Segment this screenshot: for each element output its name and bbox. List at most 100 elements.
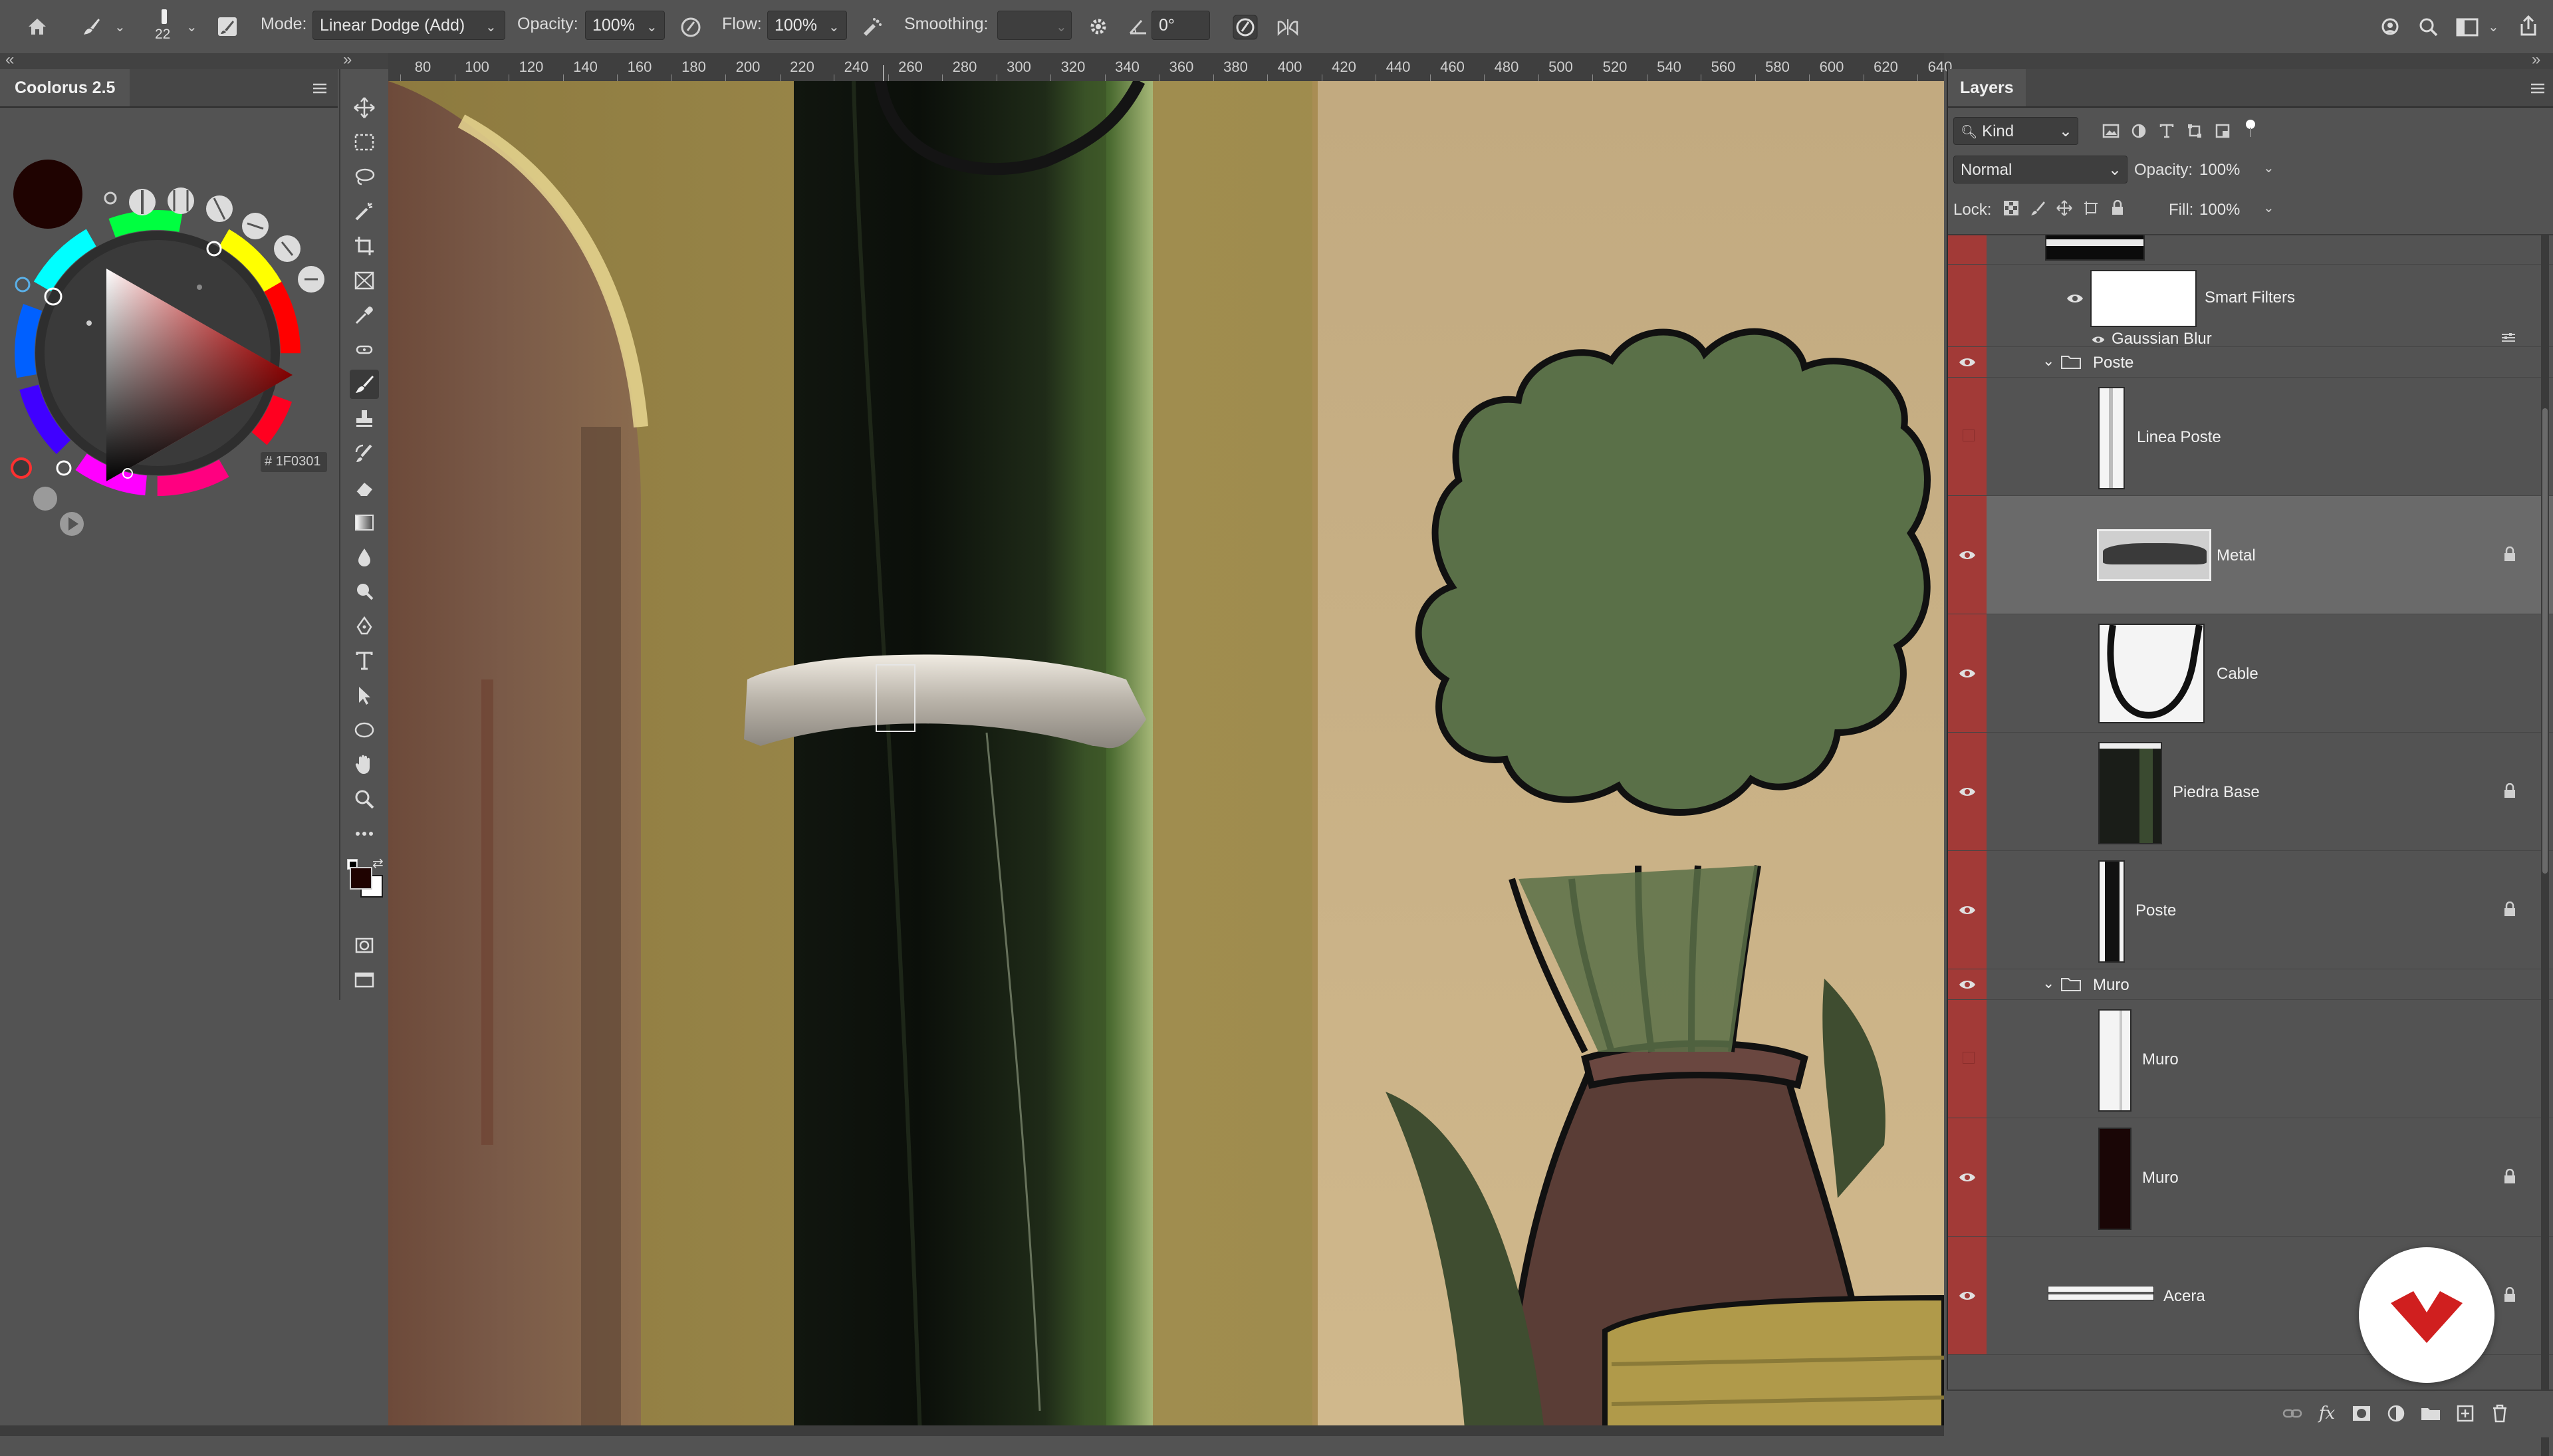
pressure-opacity-icon[interactable]: [677, 13, 705, 41]
airbrush-icon[interactable]: [858, 13, 886, 41]
settings-knob-icon[interactable]: [33, 487, 57, 511]
chevron-down-icon[interactable]: ⌄: [1056, 19, 1067, 35]
filter-options-icon[interactable]: [2500, 331, 2517, 344]
hidden-visibility-box[interactable]: [1963, 429, 1975, 441]
ellipse-icon[interactable]: [350, 715, 379, 745]
trash-icon[interactable]: [2488, 1401, 2512, 1425]
workspace-icon[interactable]: [2453, 13, 2481, 41]
collapse-arrows-icon[interactable]: «: [5, 51, 14, 69]
chevron-down-icon[interactable]: ⌄: [646, 19, 658, 35]
eye-icon[interactable]: [1959, 356, 1976, 368]
frame-icon[interactable]: [350, 266, 379, 295]
current-color-swatch[interactable]: [13, 160, 82, 229]
ring-marker[interactable]: [56, 460, 72, 476]
marquee-icon[interactable]: [350, 128, 379, 157]
hidden-visibility-box[interactable]: [1963, 1052, 1975, 1064]
layer-opacity-input[interactable]: 100%: [2199, 156, 2259, 183]
pen-icon[interactable]: [350, 612, 379, 641]
chevron-down-icon[interactable]: ⌄: [2263, 199, 2274, 216]
chevron-down-icon[interactable]: ⌄: [2263, 160, 2274, 176]
spot-healing-icon[interactable]: [350, 335, 379, 364]
eye-icon[interactable]: [1959, 979, 1976, 991]
expand-arrows-icon[interactable]: »: [343, 51, 352, 69]
panel-menu-icon[interactable]: [310, 78, 330, 98]
link-icon[interactable]: [2280, 1401, 2304, 1425]
eye-icon[interactable]: [1959, 904, 1976, 916]
eye-icon[interactable]: [2066, 293, 2084, 304]
canvas-horizontal-scrollbar[interactable]: [0, 1425, 1944, 1436]
path-select-icon[interactable]: [350, 681, 379, 710]
swap-icon[interactable]: [104, 191, 117, 205]
move-icon[interactable]: [350, 93, 379, 122]
eye-icon[interactable]: [1959, 549, 1976, 561]
smoothing-gear-icon[interactable]: [1085, 13, 1112, 40]
chevron-down-icon[interactable]: ⌄: [828, 19, 840, 35]
lock-all-icon[interactable]: [2108, 198, 2128, 218]
layer-row-piedra-base[interactable]: Piedra Base: [1948, 733, 2553, 851]
lock-pixels-icon[interactable]: [2028, 198, 2048, 218]
eyedropper-icon[interactable]: [350, 301, 379, 330]
eye-icon[interactable]: [1959, 786, 1976, 798]
smart-filters-row[interactable]: Smart Filters Gaussian Blur: [1948, 265, 2553, 348]
layer-filter-select[interactable]: 🔍︎ Kind ⌄: [1953, 117, 2078, 145]
more-icon[interactable]: [350, 819, 379, 848]
eraser-icon[interactable]: [350, 473, 379, 503]
lock-position-icon[interactable]: [2054, 198, 2074, 218]
eye-icon[interactable]: [2092, 335, 2105, 344]
layer-row-muro[interactable]: Muro: [1948, 1118, 2553, 1237]
eye-icon[interactable]: [1959, 1290, 1976, 1302]
foreground-background-colors[interactable]: ⇄: [347, 856, 384, 903]
filter-pixel-icon[interactable]: [2100, 120, 2122, 142]
home-icon[interactable]: [24, 13, 51, 40]
lock-transparent-icon[interactable]: [2001, 198, 2021, 218]
new-layer-icon[interactable]: [2453, 1401, 2477, 1425]
chevron-down-icon[interactable]: ⌄: [2042, 975, 2054, 992]
chevron-down-icon[interactable]: ⌄: [2042, 352, 2054, 370]
zoom-icon[interactable]: [350, 785, 379, 814]
share-icon[interactable]: [2514, 12, 2542, 40]
group-row-poste[interactable]: ⌄ Poste: [1948, 347, 2553, 378]
adjustment-icon[interactable]: [2384, 1401, 2408, 1425]
layers-scroll-thumb[interactable]: [2542, 408, 2548, 874]
color-wheel-widget[interactable]: [0, 109, 338, 548]
type-icon[interactable]: [350, 646, 379, 675]
eye-icon[interactable]: [1959, 667, 1976, 679]
layer-row-linea-poste[interactable]: Linea Poste: [1948, 378, 2553, 496]
chevron-down-icon[interactable]: ⌄: [114, 19, 126, 35]
filter-type-icon[interactable]: [2155, 120, 2178, 142]
chevron-down-icon[interactable]: ⌄: [2488, 19, 2499, 35]
brush-tool-icon[interactable]: [350, 370, 379, 399]
pressure-size-icon[interactable]: [1230, 12, 1261, 43]
filter-toggle-icon[interactable]: [2239, 117, 2262, 140]
brush-settings-icon[interactable]: [214, 13, 241, 40]
history-brush-icon[interactable]: [350, 439, 379, 468]
lock-artboard-icon[interactable]: [2081, 198, 2101, 218]
layer-row-muro[interactable]: Muro: [1948, 1000, 2553, 1118]
gradient-icon[interactable]: [350, 508, 379, 537]
blur-icon[interactable]: [350, 543, 379, 572]
tab-coolorus[interactable]: Coolorus 2.5: [0, 69, 130, 106]
document-canvas[interactable]: [388, 81, 1944, 1436]
layer-row-cable[interactable]: Cable: [1948, 614, 2553, 733]
screen-mode-icon[interactable]: [350, 965, 379, 995]
search-icon[interactable]: [2415, 13, 2443, 41]
layer-row-poste[interactable]: Poste: [1948, 851, 2553, 969]
chevron-down-icon[interactable]: ⌄: [186, 19, 197, 35]
fill-input[interactable]: 100%: [2199, 195, 2259, 223]
mask-icon[interactable]: [2350, 1401, 2373, 1425]
collapse-arrows-icon[interactable]: »: [2532, 51, 2540, 69]
group-row-muro[interactable]: ⌄ Muro: [1948, 969, 2553, 1000]
brush-icon[interactable]: [78, 13, 105, 40]
quick-mask-icon[interactable]: [350, 931, 379, 960]
new-group-icon[interactable]: [2419, 1401, 2443, 1425]
crop-icon[interactable]: [350, 231, 379, 261]
dodge-icon[interactable]: [350, 577, 379, 606]
magic-wand-icon[interactable]: [350, 197, 379, 226]
angle-input[interactable]: 0°: [1152, 11, 1210, 40]
panel-menu-icon[interactable]: [2528, 78, 2548, 98]
filter-shape-icon[interactable]: [2183, 120, 2206, 142]
hex-input[interactable]: # 1F0301: [261, 452, 327, 472]
sun-icon[interactable]: [15, 277, 31, 293]
symmetry-icon[interactable]: [1274, 13, 1302, 41]
hand-icon[interactable]: [350, 750, 379, 779]
